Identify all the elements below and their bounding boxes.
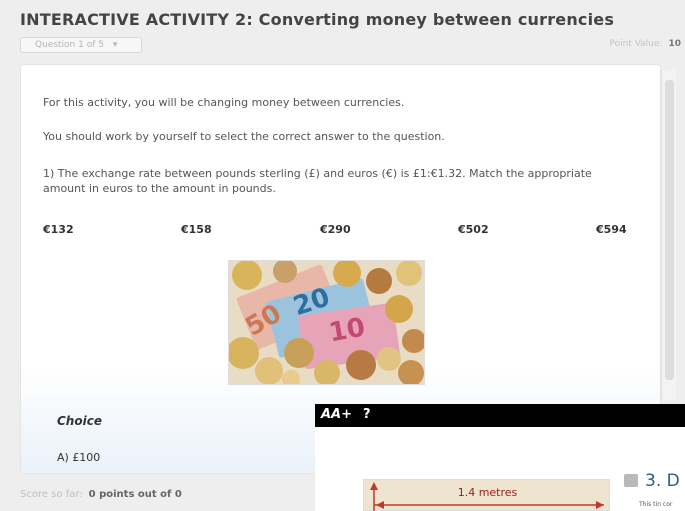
point-value-label: Point Value: [609,39,663,49]
choice-item[interactable]: A) £100 [57,451,100,464]
point-value-number: 10 [668,39,681,49]
measure-label: 1.4 metres [457,486,518,499]
chevron-down-icon: ▾ [112,40,118,50]
question-select-label: Question 1 of 5 [35,40,104,50]
instruction-text: You should work by yourself to select th… [43,130,445,143]
score-value: 0 points out of 0 [88,489,182,500]
answer-option[interactable]: €502 [458,223,489,236]
scrollbar-thumb[interactable] [665,80,674,380]
overlay-body-text: This tin cor [639,501,673,508]
score-label: Score so far: [20,489,83,500]
text-size-button[interactable]: AA+ [321,407,352,422]
tin-diagram: 1.4 metres [363,479,610,511]
help-label: ? [363,407,371,422]
svg-text:10: 10 [327,313,368,349]
reader-overlay-panel: AA+ ? 1.4 metres 3. D This tin cor [315,404,685,511]
currency-photo: 50 20 10 [228,260,425,385]
text-size-label: AA+ [321,407,353,422]
choice-item-label: A) £100 [57,451,101,464]
question-text: 1) The exchange rate between pounds ster… [43,167,592,195]
section-heading: 3. D [645,471,680,491]
choice-column-header: Choice [57,414,102,428]
answer-option[interactable]: €290 [320,223,351,236]
activity-page: INTERACTIVE ACTIVITY 2: Converting money… [0,0,685,511]
page-title: INTERACTIVE ACTIVITY 2: Converting money… [20,10,615,29]
intro-text: For this activity, you will be changing … [43,96,405,109]
question-select[interactable]: Question 1 of 5 ▾ [20,37,142,53]
answer-option[interactable]: €132 [43,223,74,236]
answer-option[interactable]: €158 [181,223,212,236]
point-value: Point Value: 10 [610,39,682,49]
help-button[interactable]: ? [363,407,371,422]
audio-icon[interactable] [624,474,638,487]
banknotes-coins-image: 50 20 10 [229,261,424,384]
answer-option[interactable]: €594 [596,223,627,236]
overlay-toolbar: AA+ ? [315,404,685,427]
scrollbar[interactable] [661,70,676,400]
score-summary: Score so far: 0 points out of 0 [20,489,182,500]
